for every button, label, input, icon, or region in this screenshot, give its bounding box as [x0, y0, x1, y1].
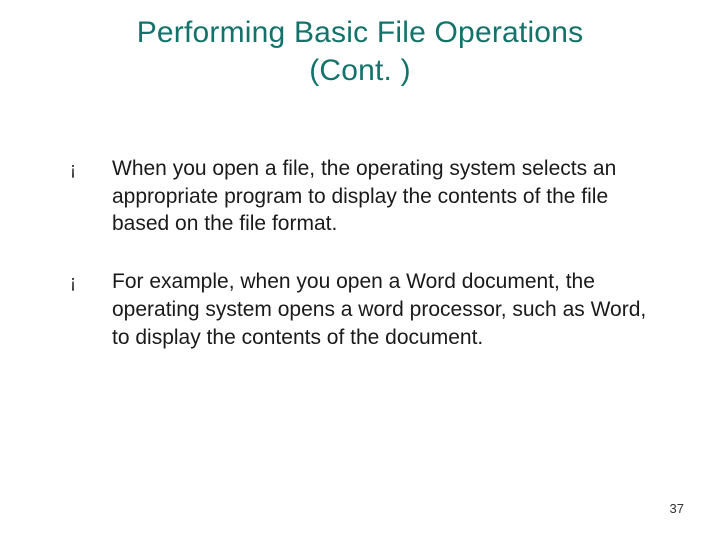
list-item: ¡ When you open a file, the operating sy…: [70, 155, 660, 238]
bullet-text: When you open a file, the operating syst…: [112, 155, 660, 238]
list-item: ¡ For example, when you open a Word docu…: [70, 268, 660, 351]
bullet-text: For example, when you open a Word docume…: [112, 268, 660, 351]
slide-title: Performing Basic File Operations (Cont. …: [0, 14, 720, 89]
title-line-2: (Cont. ): [309, 54, 411, 87]
bullet-icon: ¡: [70, 155, 112, 182]
page-number: 37: [670, 501, 684, 516]
slide-body: ¡ When you open a file, the operating sy…: [70, 155, 660, 381]
title-line-1: Performing Basic File Operations: [137, 16, 584, 49]
bullet-icon: ¡: [70, 268, 112, 295]
slide: Performing Basic File Operations (Cont. …: [0, 0, 720, 540]
